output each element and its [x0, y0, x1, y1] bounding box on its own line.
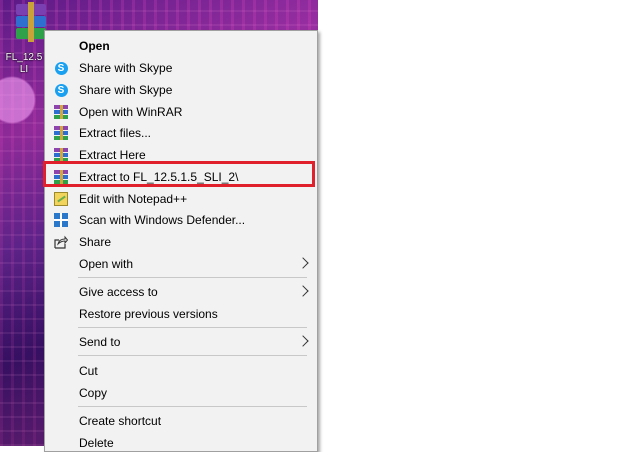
menu-item-label: Extract files... [79, 126, 152, 140]
menu-item-open-with[interactable]: Open with [45, 253, 317, 275]
context-menu: Open S Share with Skype S Share with Sky… [44, 30, 318, 452]
skype-icon: S [53, 82, 69, 98]
menu-item-copy[interactable]: Copy [45, 382, 317, 404]
share-icon [53, 234, 69, 250]
menu-item-delete[interactable]: Delete [45, 432, 317, 451]
chevron-right-icon [299, 285, 307, 297]
menu-item-share-skype[interactable]: S Share with Skype [45, 57, 317, 79]
menu-item-label: Scan with Windows Defender... [79, 213, 246, 227]
menu-item-label: Open with WinRAR [79, 105, 183, 119]
winrar-icon [53, 104, 69, 120]
menu-item-open[interactable]: Open [45, 35, 317, 57]
menu-item-share[interactable]: Share [45, 231, 317, 253]
menu-item-label: Cut [79, 364, 98, 378]
menu-item-scan-defender[interactable]: Scan with Windows Defender... [45, 209, 317, 231]
menu-item-label: Edit with Notepad++ [79, 192, 188, 206]
menu-item-label: Share [79, 235, 112, 249]
menu-item-label: Extract Here [79, 148, 146, 162]
menu-item-label: Give access to [79, 285, 158, 299]
notepad-plus-plus-icon [53, 191, 69, 207]
menu-item-label: Delete [79, 436, 114, 450]
desktop-file-label[interactable]: FL_12.5 LI [2, 52, 46, 76]
menu-item-edit-notepad[interactable]: Edit with Notepad++ [45, 188, 317, 210]
menu-item-label: Send to [79, 335, 121, 349]
menu-item-label: Open with [79, 257, 134, 271]
menu-item-label: Restore previous versions [79, 307, 218, 321]
menu-item-open-winrar[interactable]: Open with WinRAR [45, 101, 317, 123]
menu-item-restore-versions[interactable]: Restore previous versions [45, 303, 317, 325]
menu-separator [78, 277, 307, 278]
menu-item-create-shortcut[interactable]: Create shortcut [45, 410, 317, 432]
menu-item-label: Share with Skype [79, 61, 173, 75]
menu-item-cut[interactable]: Cut [45, 360, 317, 382]
menu-item-label: Open [79, 39, 110, 53]
menu-item-label: Copy [79, 386, 108, 400]
skype-icon: S [53, 60, 69, 76]
menu-item-extract-files[interactable]: Extract files... [45, 122, 317, 144]
menu-item-give-access[interactable]: Give access to [45, 281, 317, 303]
menu-separator [78, 406, 307, 407]
chevron-right-icon [299, 257, 307, 269]
menu-item-share-skype-2[interactable]: S Share with Skype [45, 79, 317, 101]
menu-item-send-to[interactable]: Send to [45, 331, 317, 353]
menu-item-label: Share with Skype [79, 83, 173, 97]
menu-separator [78, 327, 307, 328]
highlight-annotation-box [43, 161, 315, 187]
winrar-icon [53, 125, 69, 141]
chevron-right-icon [299, 335, 307, 347]
menu-item-label: Create shortcut [79, 414, 162, 428]
menu-separator [78, 355, 307, 356]
windows-defender-icon [53, 212, 69, 228]
rar-strap [28, 2, 34, 42]
share-icon-svg [54, 235, 68, 249]
